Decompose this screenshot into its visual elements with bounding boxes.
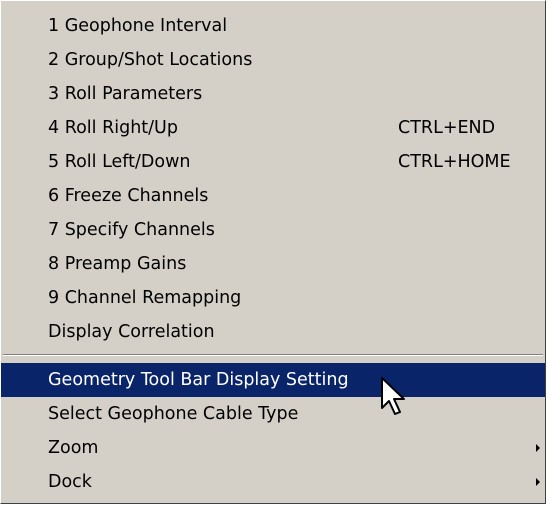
menu-item-roll-left-down[interactable]: 5 Roll Left/Down CTRL+HOME <box>1 145 545 179</box>
menu-item-label: 5 Roll Left/Down <box>48 152 191 172</box>
submenu-arrow-icon <box>536 478 540 486</box>
menu-item-label: 3 Roll Parameters <box>48 84 203 104</box>
menu-item-label: Geometry Tool Bar Display Setting <box>48 370 349 390</box>
menu-item-roll-right-up[interactable]: 4 Roll Right/Up CTRL+END <box>1 111 545 145</box>
menu-items: 1 Geophone Interval 2 Group/Shot Locatio… <box>1 9 545 499</box>
menu-separator <box>1 349 545 363</box>
submenu-arrow-icon <box>536 444 540 452</box>
menu-item-label: 8 Preamp Gains <box>48 254 187 274</box>
menu-item-preamp-gains[interactable]: 8 Preamp Gains <box>1 247 545 281</box>
menu-item-geometry-tool-bar-display-setting[interactable]: Geometry Tool Bar Display Setting <box>1 363 545 397</box>
menu-item-channel-remapping[interactable]: 9 Channel Remapping <box>1 281 545 315</box>
arrow-cursor-icon <box>381 377 405 415</box>
menu-item-label: 6 Freeze Channels <box>48 186 209 206</box>
menu-item-display-correlation[interactable]: Display Correlation <box>1 315 545 349</box>
menu-item-dock[interactable]: Dock <box>1 465 545 499</box>
menu-item-geophone-interval[interactable]: 1 Geophone Interval <box>1 9 545 43</box>
menu-item-roll-parameters[interactable]: 3 Roll Parameters <box>1 77 545 111</box>
menu-item-label: Select Geophone Cable Type <box>48 404 299 424</box>
menu-item-label: 1 Geophone Interval <box>48 16 228 36</box>
menu-item-group-shot-locations[interactable]: 2 Group/Shot Locations <box>1 43 545 77</box>
menu-item-select-geophone-cable-type[interactable]: Select Geophone Cable Type <box>1 397 545 431</box>
menu-item-shortcut: CTRL+HOME <box>398 152 511 172</box>
menu-item-label: 7 Specify Channels <box>48 220 215 240</box>
menu-item-label: 9 Channel Remapping <box>48 288 242 308</box>
menu-item-label: 4 Roll Right/Up <box>48 118 178 138</box>
menu-item-label: Dock <box>48 472 92 492</box>
menu-item-shortcut: CTRL+END <box>398 118 496 138</box>
menu-item-specify-channels[interactable]: 7 Specify Channels <box>1 213 545 247</box>
menu-item-label: 2 Group/Shot Locations <box>48 50 253 70</box>
menu-item-label: Zoom <box>48 438 99 458</box>
context-menu: 1 Geophone Interval 2 Group/Shot Locatio… <box>0 0 546 504</box>
menu-item-label: Display Correlation <box>48 322 215 342</box>
separator-highlight-line <box>3 355 543 356</box>
menu-item-freeze-channels[interactable]: 6 Freeze Channels <box>1 179 545 213</box>
page: 1 Geophone Interval 2 Group/Shot Locatio… <box>0 0 548 506</box>
menu-item-zoom[interactable]: Zoom <box>1 431 545 465</box>
